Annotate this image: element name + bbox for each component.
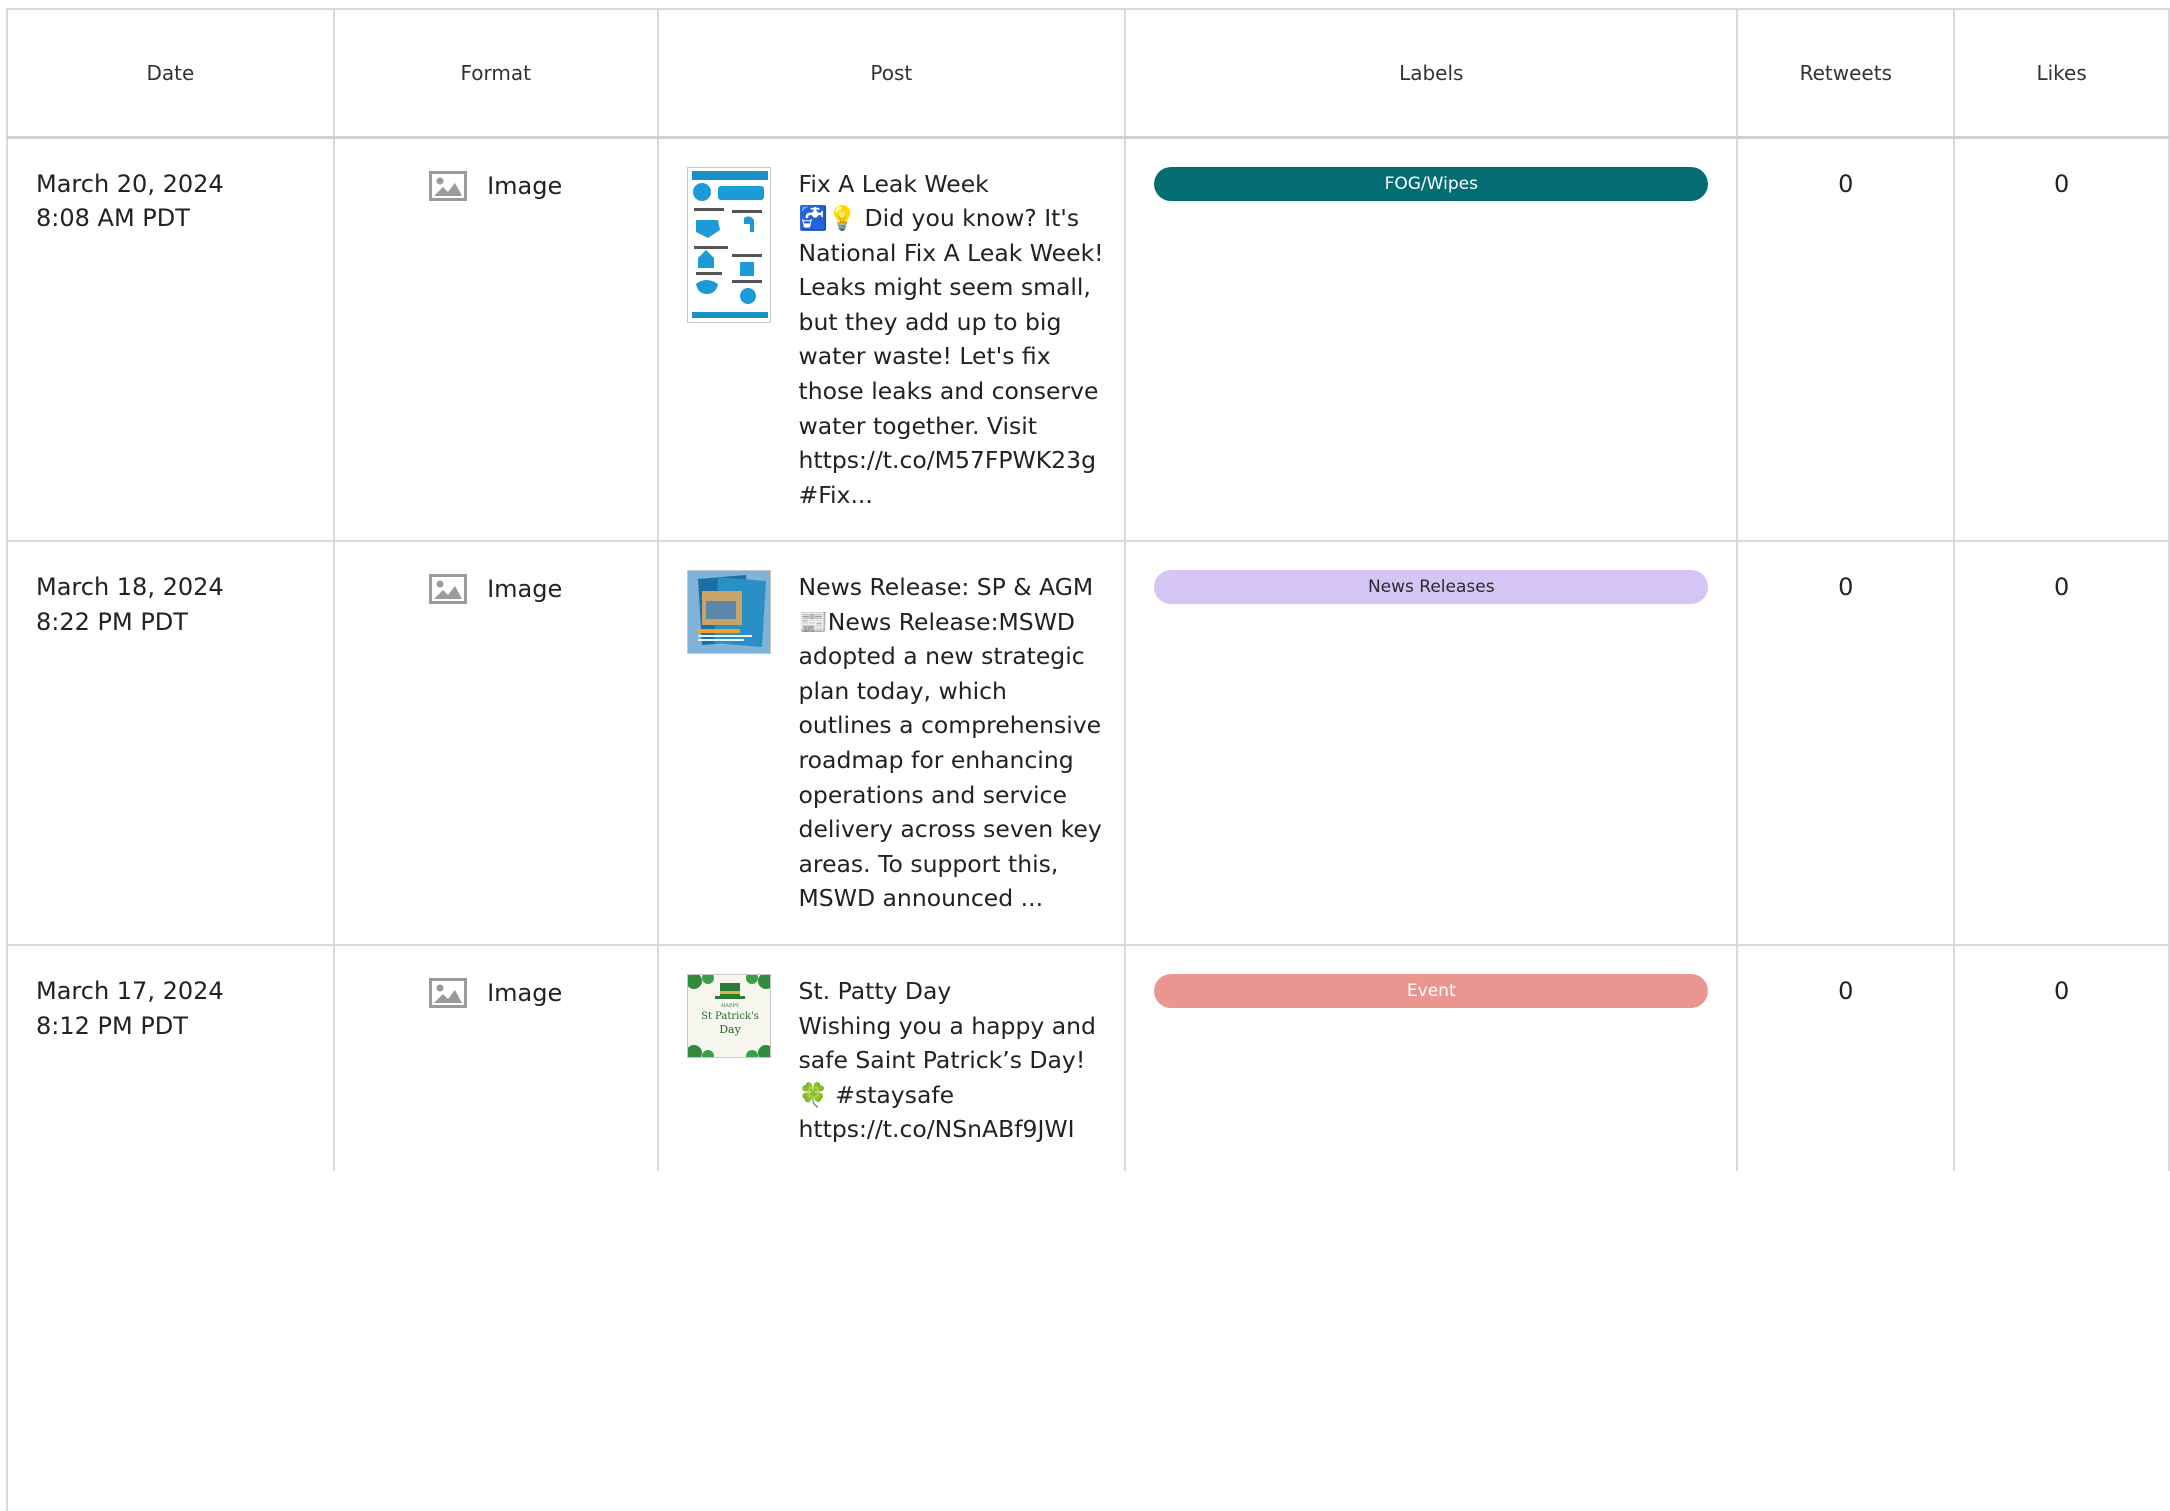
labels-cell: News Releases (1124, 540, 1739, 946)
format-label: Image (487, 575, 563, 603)
table-row[interactable]: March 18, 2024 8:22 PM PDT Image News Re… (6, 540, 2170, 946)
post-date: March 18, 2024 (36, 573, 224, 601)
label-badge[interactable]: Event (1154, 974, 1709, 1008)
post-date: March 20, 2024 (36, 169, 224, 198)
column-header-retweets[interactable]: Retweets (1736, 8, 1956, 138)
post-thumbnail[interactable] (686, 166, 771, 323)
column-header-post[interactable]: Post (656, 8, 1127, 138)
post-cell: Fix A Leak Week 🚰💡 Did you know? It's Na… (656, 136, 1127, 542)
likes-count: 0 (1953, 136, 2170, 542)
table-row[interactable]: March 17, 2024 8:12 PM PDT Image HAPPY S… (6, 944, 2170, 1171)
post-body: Wishing you a happy and safe Saint Patri… (798, 1011, 1096, 1144)
post-cell: News Release: SP & AGM 📰News Release:MSW… (656, 540, 1127, 946)
column-header-format[interactable]: Format (332, 8, 659, 138)
post-date: March 17, 2024 (36, 977, 224, 1005)
thumbnail-happy-text: HAPPY (721, 1003, 740, 1009)
retweets-count: 0 (1736, 540, 1956, 946)
svg-text:Day: Day (719, 1023, 741, 1036)
format-cell: Image (332, 540, 659, 946)
post-time: 8:12 PM PDT (36, 1011, 188, 1040)
post-cell: HAPPY St Patrick's Day St. Patty Day Wis… (656, 944, 1127, 1171)
format-cell: Image (332, 136, 659, 542)
date-cell: March 17, 2024 8:12 PM PDT (6, 944, 335, 1171)
format-label: Image (487, 171, 563, 200)
column-header-labels[interactable]: Labels (1124, 8, 1739, 138)
post-title: St. Patty Day (798, 977, 952, 1005)
retweets-count: 0 (1736, 136, 1956, 542)
empty-area (8, 1174, 2170, 1511)
column-header-likes[interactable]: Likes (1953, 8, 2170, 138)
post-title: Fix A Leak Week (798, 169, 989, 198)
format-cell: Image (332, 944, 659, 1171)
post-time: 8:22 PM PDT (36, 607, 188, 636)
image-icon (429, 170, 468, 201)
image-icon (429, 574, 468, 604)
image-icon (429, 978, 468, 1008)
post-thumbnail[interactable]: HAPPY St Patrick's Day (686, 974, 771, 1058)
table-row[interactable]: March 20, 2024 8:08 AM PDT Image Fix A L… (6, 136, 2170, 542)
column-header-date[interactable]: Date (6, 8, 335, 138)
date-cell: March 20, 2024 8:08 AM PDT (6, 136, 335, 542)
posts-table: Date Format Post Labels Retweets Likes M… (6, 8, 2170, 1171)
post-time: 8:08 AM PDT (36, 204, 190, 233)
format-label: Image (487, 979, 563, 1007)
label-badge[interactable]: News Releases (1154, 570, 1709, 604)
labels-cell: Event (1124, 944, 1739, 1171)
likes-count: 0 (1953, 540, 2170, 946)
labels-cell: FOG/Wipes (1124, 136, 1739, 542)
post-thumbnail[interactable] (686, 570, 771, 654)
post-body: 📰News Release:MSWD adopted a new strateg… (798, 607, 1102, 913)
post-title: News Release: SP & AGM (798, 573, 1094, 601)
svg-text:St Patrick's: St Patrick's (701, 1011, 759, 1022)
likes-count: 0 (1953, 944, 2170, 1171)
date-cell: March 18, 2024 8:22 PM PDT (6, 540, 335, 946)
table-header-row: Date Format Post Labels Retweets Likes (6, 8, 2170, 138)
label-badge[interactable]: FOG/Wipes (1154, 166, 1709, 201)
retweets-count: 0 (1736, 944, 1956, 1171)
post-body: 🚰💡 Did you know? It's National Fix A Lea… (798, 204, 1104, 509)
